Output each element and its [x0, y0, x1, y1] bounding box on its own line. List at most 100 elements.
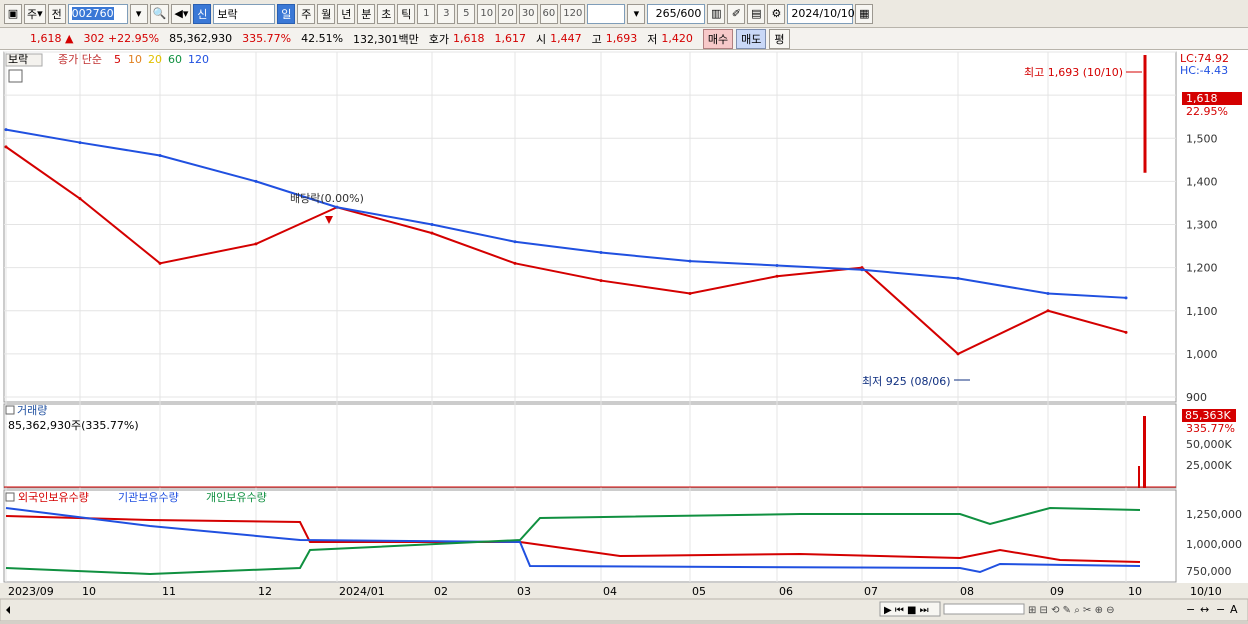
- ask-price: 1,618: [453, 32, 485, 45]
- period-tab-second[interactable]: 초: [377, 3, 396, 24]
- interval-10[interactable]: 10: [477, 3, 497, 24]
- sound-icon[interactable]: ◀▾: [171, 3, 192, 24]
- volume-percent: 335.77%: [242, 32, 292, 45]
- low-price: 1,420: [661, 32, 693, 45]
- volume-title: 거래량: [17, 404, 47, 417]
- period-tab-minute[interactable]: 분: [357, 3, 376, 24]
- ma-point-120: [4, 128, 8, 132]
- chart-svg: 보락 종가 단순 5 10 20 60 120 LC:74.92 HC:-4.4…: [0, 51, 1248, 622]
- volume-value: 85,362,930: [169, 32, 233, 45]
- view-count-field[interactable]: 265/600: [647, 3, 706, 24]
- table-icon[interactable]: [8, 69, 23, 83]
- prev-button[interactable]: 전: [47, 3, 66, 24]
- buy-button[interactable]: 매수: [702, 28, 734, 49]
- font-size-icon[interactable]: A: [1230, 603, 1238, 616]
- quote-bar: 1,618 ▲ 302 +22.95% 85,362,930 335.77% 4…: [0, 28, 1248, 50]
- interval-60[interactable]: 60: [539, 3, 559, 24]
- zoom-out-icon[interactable]: −: [1186, 603, 1195, 616]
- low-label: 저: [647, 32, 658, 46]
- view-count: 265: [655, 7, 677, 20]
- ma-point-120: [158, 154, 162, 157]
- period-tab-tick[interactable]: 틱: [397, 3, 416, 24]
- sell-button[interactable]: 매도: [736, 28, 767, 49]
- holdings-tick-1250k: 1,250,000: [1186, 508, 1242, 521]
- date-input[interactable]: 2024/10/10: [787, 3, 855, 24]
- period-tab-year[interactable]: 년: [337, 3, 356, 24]
- ma-point-120: [1046, 292, 1050, 295]
- zoom-in-icon[interactable]: −: [1216, 603, 1225, 616]
- ma-point-5: [4, 145, 8, 149]
- period-tab-month[interactable]: 월: [317, 3, 336, 24]
- code-dropdown-icon[interactable]: ▾: [129, 3, 148, 24]
- x-axis-label: 02: [434, 585, 448, 598]
- high-annotation: 최고 1,693 (10/10): [1024, 66, 1123, 79]
- stock-name-field[interactable]: 보락: [213, 3, 276, 24]
- play-controls-icons[interactable]: ▶ ⏮ ■ ⏭: [884, 605, 929, 616]
- view-total: /600: [676, 7, 702, 20]
- x-axis-label: 04: [603, 585, 617, 598]
- ma-point-5: [1124, 330, 1128, 334]
- interval-5[interactable]: 5: [457, 3, 476, 24]
- layout-icon[interactable]: ▣: [4, 3, 22, 24]
- draw-icon[interactable]: ✐: [727, 3, 746, 24]
- volume-panel-icon: [5, 405, 15, 415]
- interval-120[interactable]: 120: [560, 3, 586, 24]
- gear-icon[interactable]: ⚙: [767, 3, 786, 24]
- x-axis-label: 09: [1050, 585, 1064, 598]
- volume-value-text: 85,362,930주(335.77%): [8, 419, 139, 432]
- legend-name[interactable]: 보락: [8, 53, 28, 66]
- tool-icons[interactable]: ⊞ ⊟ ⟲ ✎ ⌕ ✂ ⊕ ⊖: [1028, 605, 1115, 616]
- legend-ma-120: 120: [188, 53, 209, 66]
- interval-dropdown-icon[interactable]: ▾: [627, 3, 646, 24]
- legend-foreign: 외국인보유수량: [18, 491, 89, 504]
- interval-20[interactable]: 20: [498, 3, 517, 24]
- volume-tick-25k: 25,000K: [1186, 459, 1232, 472]
- candle-icon[interactable]: ▥: [707, 3, 726, 24]
- x-axis-right-label: 10/10: [1190, 585, 1222, 598]
- period-select[interactable]: 주 ▾: [24, 3, 46, 24]
- x-axis-label: 2023/09: [8, 585, 54, 598]
- legend-ma-5: 5: [114, 53, 121, 66]
- chart-area[interactable]: 보락 종가 단순 5 10 20 60 120 LC:74.92 HC:-4.4…: [0, 50, 1248, 622]
- code-value: 002760: [71, 7, 114, 20]
- period-tab-day[interactable]: 일: [277, 3, 296, 24]
- turnover-rate: 42.51%: [301, 32, 344, 45]
- save-icon[interactable]: ▤: [747, 3, 766, 24]
- change-percent: +22.95%: [107, 32, 160, 45]
- interval-30[interactable]: 30: [518, 3, 538, 24]
- volume-tag-pct: 335.77%: [1186, 422, 1235, 435]
- legend-ma-60: 60: [168, 53, 182, 66]
- market-badge: 신: [193, 3, 212, 24]
- volume-panel-frame: [3, 403, 1177, 489]
- ma-point-120: [78, 141, 82, 145]
- calendar-icon[interactable]: ▦: [855, 3, 874, 24]
- ma-point-5: [599, 279, 603, 283]
- search-icon[interactable]: 🔍: [149, 3, 170, 24]
- x-axis-label: 12: [258, 585, 272, 598]
- change-amount: 302: [83, 32, 105, 45]
- current-price-tag-text: 1,618: [1186, 92, 1218, 105]
- legend-ma-20: 20: [148, 53, 162, 66]
- trade-amount: 132,301백만: [353, 32, 419, 46]
- legend-individual: 개인보유수량: [206, 491, 267, 504]
- price-y-tick: 900: [1186, 391, 1207, 404]
- x-axis-label: 08: [960, 585, 974, 598]
- price-panel-frame: [3, 51, 1177, 403]
- price-y-tick: 1,500: [1186, 132, 1218, 145]
- code-input[interactable]: 002760: [67, 3, 128, 24]
- interval-1[interactable]: 1: [417, 3, 436, 24]
- volume-bar-last: [1143, 416, 1146, 488]
- ma-point-5: [775, 274, 779, 278]
- interval-custom-input[interactable]: [587, 3, 626, 24]
- period-tab-week[interactable]: 주: [297, 3, 316, 24]
- zoom-slider[interactable]: [943, 603, 1025, 615]
- dividend-annotation: 배당락(0.00%): [290, 192, 364, 205]
- ma-point-120: [513, 240, 517, 244]
- zoom-reset-icon[interactable]: ↔: [1200, 603, 1209, 616]
- ma-point-120: [956, 276, 960, 280]
- volume-tag-text: 85,363K: [1185, 409, 1231, 422]
- interval-3[interactable]: 3: [437, 3, 456, 24]
- hc-label: HC:-4.43: [1180, 64, 1228, 77]
- period-select-label: 주: [27, 7, 38, 21]
- eval-button[interactable]: 평: [769, 28, 790, 49]
